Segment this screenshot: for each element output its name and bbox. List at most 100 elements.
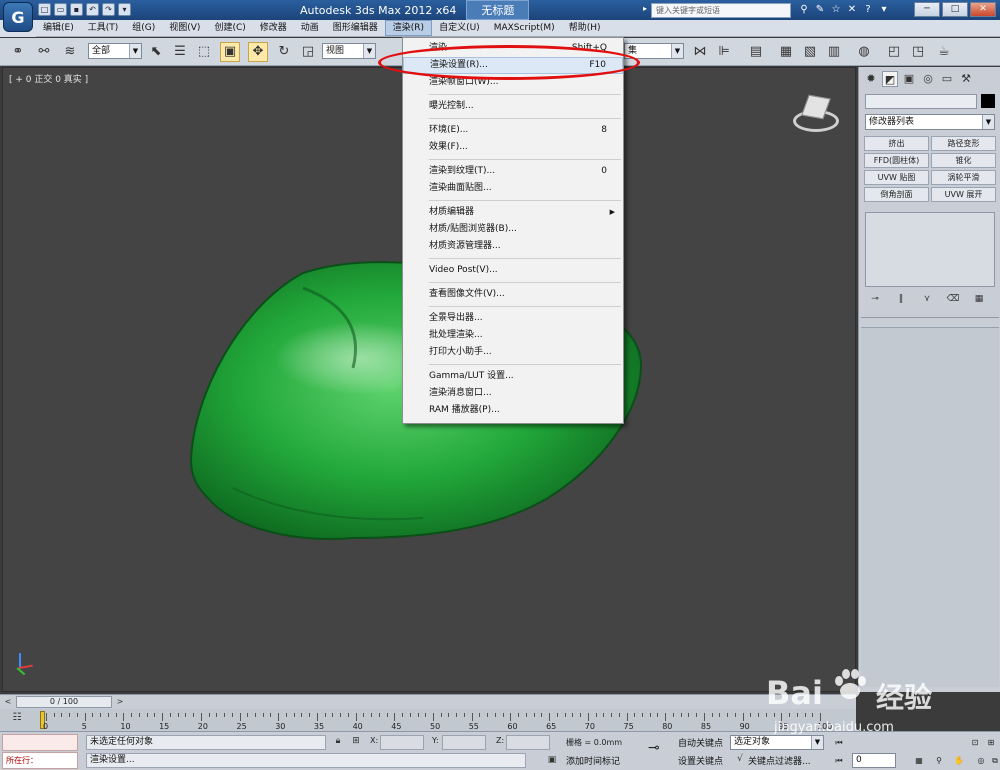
- create-tab-icon[interactable]: ✹: [863, 71, 879, 87]
- lock-selection-icon[interactable]: 🔒︎: [332, 736, 344, 748]
- go-to-start-small-icon[interactable]: ⏮: [832, 754, 846, 767]
- menu-rendering[interactable]: 渲染(R): [384, 20, 433, 36]
- current-frame-field[interactable]: 0: [852, 753, 896, 768]
- render-teapot-icon[interactable]: ☕: [934, 42, 954, 62]
- z-coordinate-field[interactable]: [506, 735, 550, 750]
- render-menu-item[interactable]: 渲染消息窗口...: [403, 385, 623, 402]
- render-menu-item[interactable]: Video Post(V)...: [403, 262, 623, 279]
- maximize-viewport-icon[interactable]: ⧉: [988, 754, 1000, 767]
- pan-icon[interactable]: ✋: [952, 754, 966, 767]
- select-object-icon[interactable]: ⬉: [146, 42, 166, 62]
- key-filters-button[interactable]: 关键点过滤器...: [748, 754, 811, 767]
- render-menu-item[interactable]: RAM 播放器(P)...: [403, 402, 623, 419]
- binoculars-icon[interactable]: ⚲: [797, 3, 811, 17]
- star-icon[interactable]: ☆: [829, 3, 843, 17]
- menu-create[interactable]: 创建(C): [207, 20, 252, 36]
- modifier-button[interactable]: 倒角剖面: [864, 187, 929, 202]
- object-name-field[interactable]: [865, 94, 977, 109]
- zoom-icon[interactable]: ⚲: [932, 754, 946, 767]
- tools-icon[interactable]: ✎: [813, 3, 827, 17]
- track-ruler[interactable]: 0 5 10 15 20 25 30 35 40 45 50 55 60 65 70 75 80 85 90 95 10…: [43, 711, 832, 731]
- render-menu-item[interactable]: 打印大小助手...: [403, 344, 623, 361]
- move-icon[interactable]: ✥: [248, 42, 268, 62]
- key-curve-icon[interactable]: √: [734, 754, 746, 766]
- menu-group[interactable]: 组(G): [125, 20, 162, 36]
- unlink-icon[interactable]: ⚯: [34, 42, 54, 62]
- graphite-tools-icon[interactable]: ▦: [776, 42, 796, 62]
- render-menu-item[interactable]: 材质资源管理器...: [403, 238, 623, 255]
- open-file-icon[interactable]: ▭: [54, 3, 67, 16]
- menu-customize[interactable]: 自定义(U): [432, 20, 487, 36]
- redo-icon[interactable]: ↷: [102, 3, 115, 16]
- time-next-icon[interactable]: >: [114, 696, 126, 708]
- modifier-stack[interactable]: [865, 212, 995, 287]
- maxscript-listener-top[interactable]: [2, 734, 78, 751]
- align-icon[interactable]: ⊫: [714, 42, 734, 62]
- material-editor-icon[interactable]: ◍: [854, 42, 874, 62]
- absolute-mode-icon[interactable]: ⊞: [350, 736, 362, 748]
- bind-spacewarp-icon[interactable]: ≋: [60, 42, 80, 62]
- render-menu-item[interactable]: Gamma/LUT 设置...: [403, 368, 623, 385]
- add-time-tag-icon[interactable]: ▣: [546, 755, 558, 767]
- link-icon[interactable]: ⚭: [8, 42, 28, 62]
- viewcube-gizmo[interactable]: [793, 92, 839, 138]
- menu-edit[interactable]: 编辑(E): [36, 20, 81, 36]
- render-menu-item[interactable]: 渲染曲面贴图...: [403, 180, 623, 197]
- maxscript-listener-bottom[interactable]: 所在行：: [2, 752, 78, 769]
- render-menu-item[interactable]: 材质/贴图浏览器(B)...: [403, 221, 623, 238]
- modifier-button[interactable]: 涡轮平滑: [931, 170, 996, 185]
- pin-stack-icon[interactable]: ⊸: [867, 294, 883, 308]
- key-icon[interactable]: ⊸: [648, 740, 660, 756]
- rect-selection-icon[interactable]: ⬚: [194, 42, 214, 62]
- render-menu-item[interactable]: 环境(E)... 8: [403, 122, 623, 139]
- render-menu-item[interactable]: 效果(F)...: [403, 139, 623, 156]
- scale-icon[interactable]: ◲: [298, 42, 318, 62]
- auto-key-button[interactable]: 自动关键点: [678, 736, 723, 749]
- modifier-list-select[interactable]: 修改器列表 ▼: [865, 114, 995, 130]
- modifier-button[interactable]: 路径变形: [931, 136, 996, 151]
- modifier-button[interactable]: 锥化: [931, 153, 996, 168]
- motion-tab-icon[interactable]: ◎: [920, 71, 936, 87]
- search-expand-icon[interactable]: ▸: [643, 4, 647, 13]
- menu-maxscript[interactable]: MAXScript(M): [487, 20, 562, 36]
- hierarchy-tab-icon[interactable]: ▣: [901, 71, 917, 87]
- search-input[interactable]: 键入关键字或短语: [651, 3, 791, 18]
- render-menu-item[interactable]: 渲染到纹理(T)... 0: [403, 163, 623, 180]
- schematic-view-icon[interactable]: ▥: [824, 42, 844, 62]
- save-icon[interactable]: ▪: [70, 3, 83, 16]
- y-coordinate-field[interactable]: [442, 735, 486, 750]
- select-by-name-icon[interactable]: ☰: [170, 42, 190, 62]
- time-prev-icon[interactable]: <: [2, 696, 14, 708]
- mirror-icon[interactable]: ⋈: [690, 42, 710, 62]
- reference-coordinate-select[interactable]: 视图 ▼: [322, 43, 376, 59]
- configure-sets-icon[interactable]: ▦: [971, 294, 987, 308]
- track-bar[interactable]: ☷ 0 5 10 15 20 25 30 35 40 45 50 55 60 65 70 75 80 85 90 95…: [0, 709, 856, 731]
- show-end-result-icon[interactable]: ‖: [893, 294, 909, 308]
- object-color-swatch[interactable]: [981, 94, 995, 108]
- orbit-icon[interactable]: ◎: [974, 754, 988, 767]
- quick-access-dropdown-icon[interactable]: ▾: [118, 3, 131, 16]
- menu-modifiers[interactable]: 修改器: [253, 20, 294, 36]
- modifier-button[interactable]: UVW 展开: [931, 187, 996, 202]
- menu-views[interactable]: 视图(V): [162, 20, 207, 36]
- rotate-icon[interactable]: ↻: [274, 42, 294, 62]
- make-unique-icon[interactable]: ⋎: [919, 294, 935, 308]
- render-menu-item[interactable]: 材质编辑器 ▶: [403, 204, 623, 221]
- undo-icon[interactable]: ↶: [86, 3, 99, 16]
- layer-manager-icon[interactable]: ▤: [746, 42, 766, 62]
- mini-curve-editor-icon[interactable]: ☷: [8, 712, 26, 728]
- menu-tools[interactable]: 工具(T): [81, 20, 126, 36]
- add-time-tag[interactable]: 添加时间标记: [566, 754, 620, 767]
- rendered-frame-icon[interactable]: ◳: [908, 42, 928, 62]
- time-config-icon[interactable]: ▦: [912, 754, 926, 767]
- close-panel-icon[interactable]: ✕: [845, 3, 859, 17]
- render-menu-item[interactable]: 批处理渲染...: [403, 327, 623, 344]
- modify-tab-icon[interactable]: ◩: [882, 71, 898, 87]
- display-tab-icon[interactable]: ▭: [939, 71, 955, 87]
- new-file-icon[interactable]: □: [38, 3, 51, 16]
- remove-modifier-icon[interactable]: ⌫: [945, 294, 961, 308]
- menu-help[interactable]: 帮助(H): [562, 20, 608, 36]
- modifier-button[interactable]: UVW 贴图: [864, 170, 929, 185]
- close-button[interactable]: ✕: [970, 2, 996, 17]
- minimize-button[interactable]: ─: [914, 2, 940, 17]
